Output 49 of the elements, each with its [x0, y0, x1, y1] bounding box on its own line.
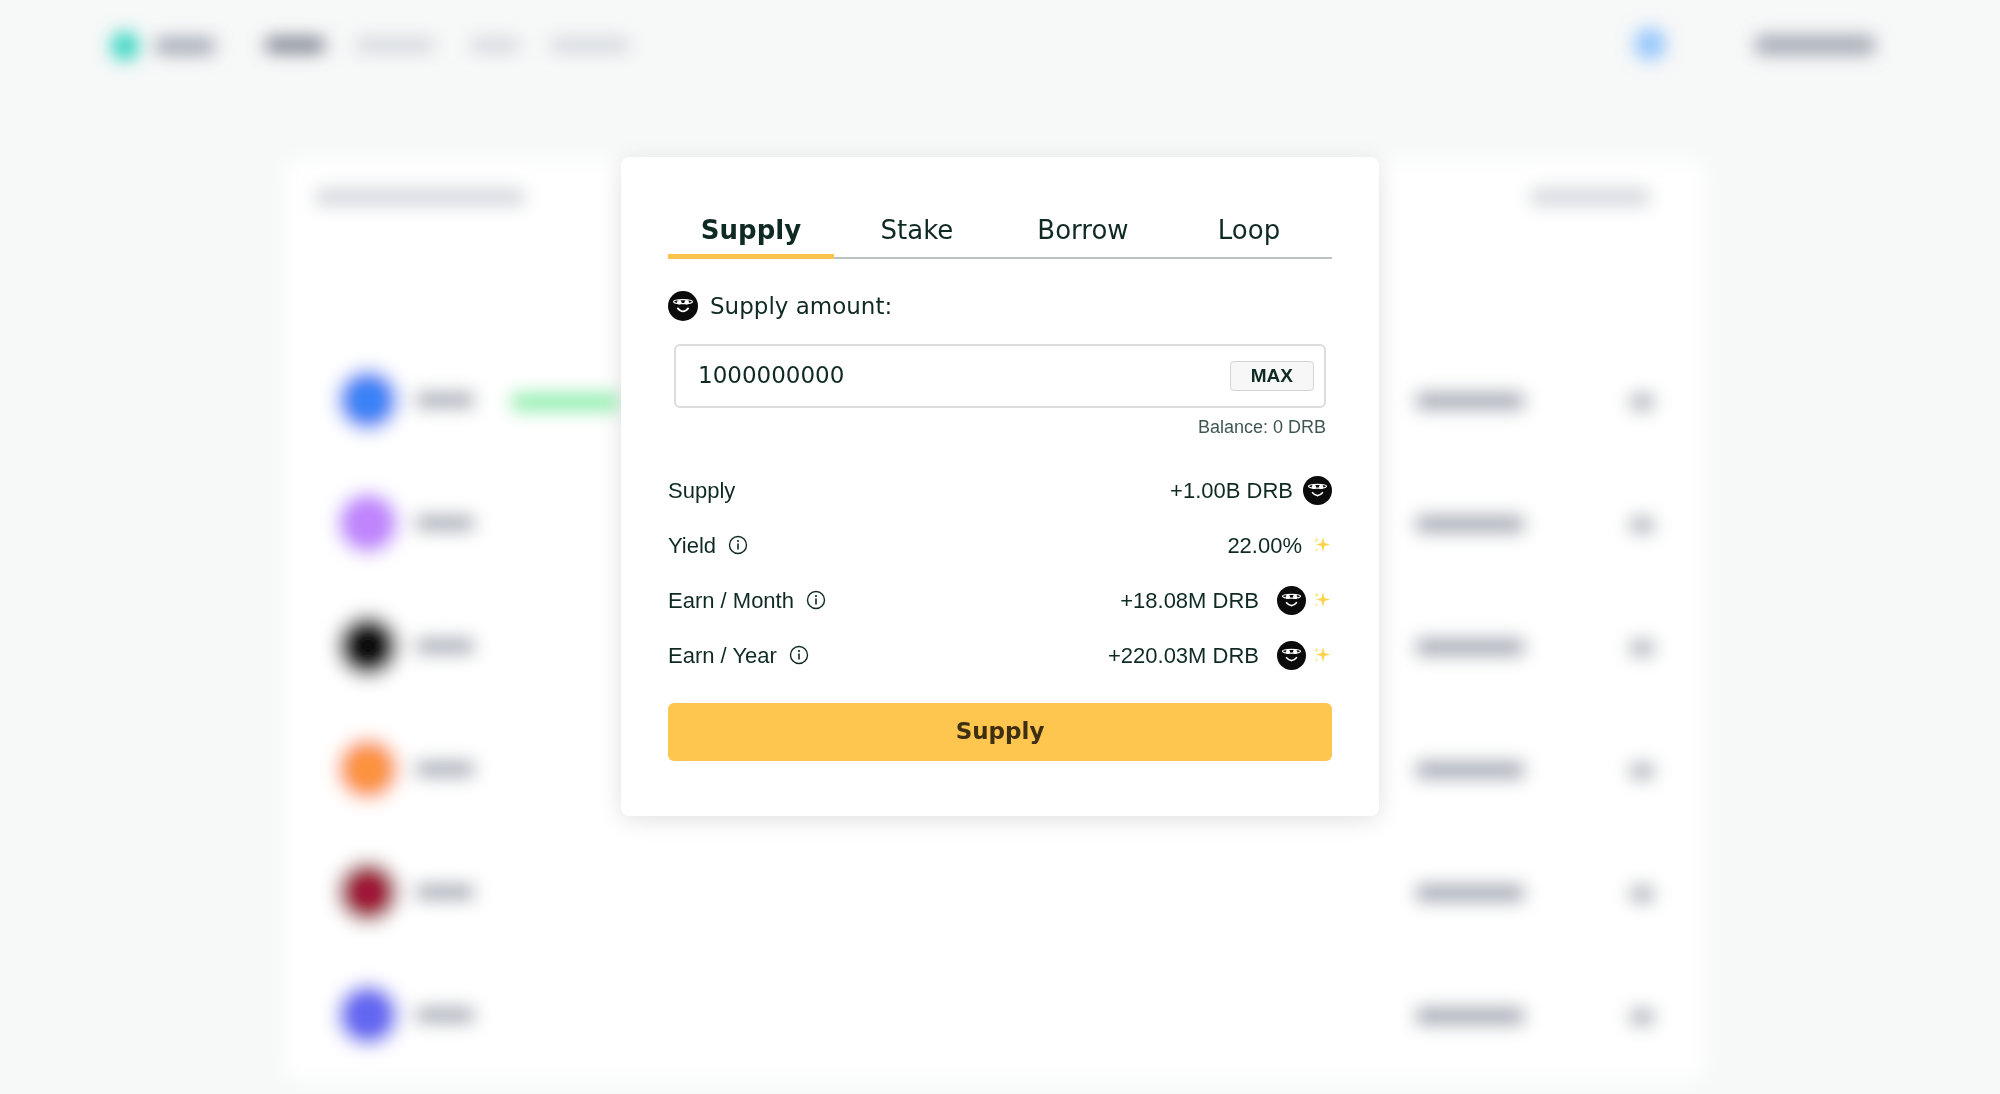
- blurred-token-icon: [338, 985, 398, 1045]
- blurred-text: [1630, 1009, 1654, 1025]
- blurred-text: [415, 1007, 475, 1023]
- supply-amount-label: Supply amount:: [710, 292, 893, 321]
- summary-value: +18.08M DRB: [1120, 586, 1259, 615]
- token-face-icon: [1303, 475, 1332, 505]
- blurred-text: [415, 638, 475, 654]
- blurred-token-icon: [338, 739, 398, 799]
- summary-value: 22.00%: [1227, 531, 1302, 560]
- blurred-token-icon: [338, 370, 398, 430]
- blurred-avatar: [1634, 28, 1666, 60]
- tab[interactable]: Borrow: [1000, 207, 1166, 259]
- blurred-token-icon: [338, 493, 398, 553]
- blurred-text: [415, 515, 475, 531]
- blurred-text: [415, 392, 475, 408]
- token-face-icon: [1277, 640, 1306, 670]
- blurred-text: [1630, 763, 1654, 779]
- token-face-icon: [668, 291, 698, 322]
- blurred-text: [1630, 517, 1654, 533]
- tab[interactable]: Supply: [668, 207, 834, 259]
- info-icon[interactable]: [788, 645, 809, 665]
- info-icon[interactable]: [728, 535, 749, 555]
- blurred-text: [1630, 886, 1654, 902]
- summary-label: Earn / Month: [668, 586, 794, 615]
- summary-label: Supply: [668, 476, 736, 505]
- blurred-text: [415, 884, 475, 900]
- blurred-text: [265, 38, 325, 52]
- info-icon[interactable]: [805, 590, 826, 610]
- tab[interactable]: Loop: [1166, 207, 1332, 259]
- token-face-icon: [1277, 585, 1306, 615]
- supply-button[interactable]: Supply: [668, 702, 1332, 761]
- sparkle-icon: [1312, 645, 1332, 665]
- blurred-text: [415, 761, 475, 777]
- blurred-text: [1630, 394, 1654, 410]
- summary-label: Yield: [668, 531, 717, 560]
- sparkle-icon: [1312, 535, 1332, 555]
- tab[interactable]: Stake: [834, 207, 1000, 259]
- summary-value: +220.03M DRB: [1107, 641, 1259, 670]
- summary-label: Earn / Year: [668, 641, 777, 670]
- blurred-text: [155, 38, 215, 54]
- blurred-text: [1630, 640, 1654, 656]
- balance-text: Balance: 0 DRB: [1197, 415, 1326, 439]
- summary-value: +1.00B DRB: [1170, 476, 1293, 505]
- blurred-logo: [111, 32, 139, 60]
- sparkle-icon: [1312, 590, 1332, 610]
- max-button[interactable]: MAX: [1229, 360, 1314, 391]
- blurred-token-icon: [338, 616, 398, 676]
- blurred-token-icon: [338, 862, 398, 922]
- amount-field[interactable]: 1000000000 MAX: [674, 343, 1326, 408]
